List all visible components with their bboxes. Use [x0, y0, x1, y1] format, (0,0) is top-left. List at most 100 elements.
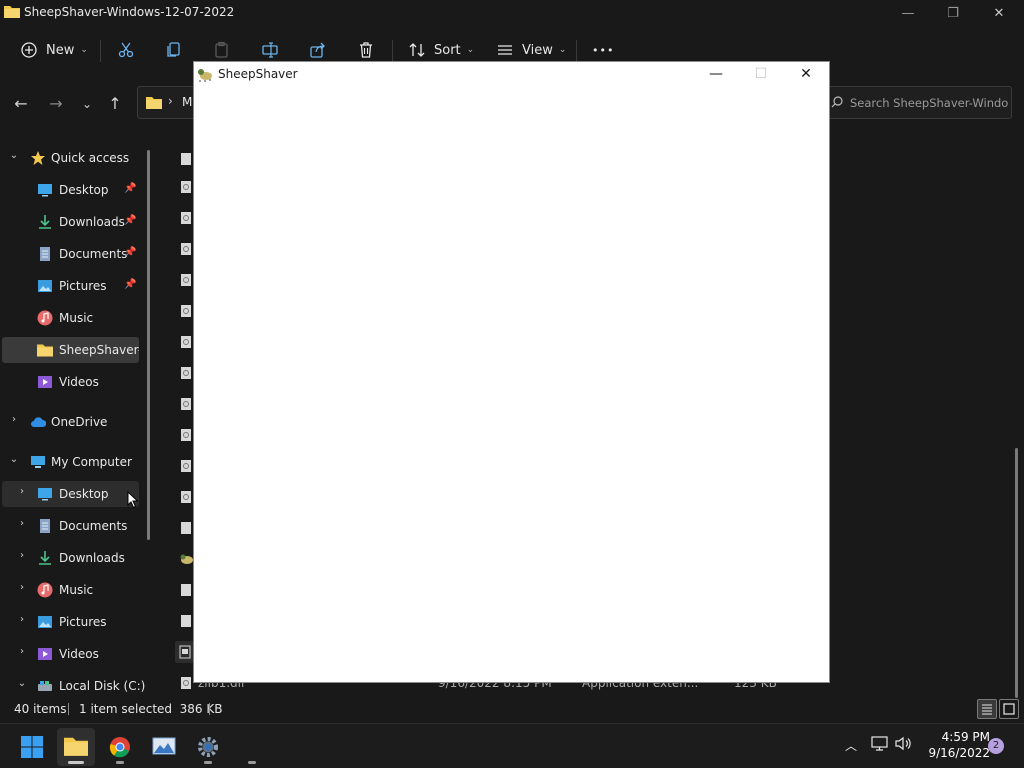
close-button[interactable]: ✕	[976, 0, 1022, 28]
chevron-right-icon[interactable]: ›	[16, 614, 28, 625]
sidebar-item-computer-music[interactable]: › Music	[2, 577, 139, 603]
back-arrow-icon[interactable]: ←	[9, 92, 33, 116]
sidebar-item-downloads[interactable]: Downloads 📌	[2, 209, 139, 235]
sheepshaver-app-icon[interactable]	[180, 552, 194, 566]
dll-file-icon[interactable]	[180, 273, 192, 287]
toolbar-divider	[100, 40, 101, 62]
plus-circle-icon	[21, 42, 37, 58]
sidebar-item-computer-videos[interactable]: › Videos	[2, 641, 139, 667]
chevron-right-icon[interactable]: ›	[16, 582, 28, 593]
chevron-right-icon[interactable]: ›	[8, 414, 20, 425]
forward-arrow-icon[interactable]: →	[44, 92, 68, 116]
sidebar-item-my-computer[interactable]: ⌄ My Computer	[2, 449, 139, 475]
chevron-right-icon[interactable]: ›	[16, 486, 28, 497]
running-app-indicator	[116, 761, 124, 764]
sidebar-scrollbar[interactable]	[147, 150, 150, 540]
restore-button[interactable]: ❐	[930, 0, 976, 28]
network-icon[interactable]	[871, 736, 888, 751]
toolbar-divider	[576, 40, 577, 62]
chevron-down-icon: ⌄	[558, 45, 567, 55]
recent-locations-chevron-icon[interactable]: ⌄	[75, 92, 99, 116]
copy-button[interactable]	[165, 32, 183, 68]
details-view-button[interactable]	[977, 699, 997, 719]
cut-button[interactable]	[117, 32, 135, 68]
taskbar-photos[interactable]	[145, 728, 183, 766]
dll-file-icon[interactable]	[180, 211, 192, 225]
folder-icon	[64, 737, 88, 756]
chevron-right-icon[interactable]: ›	[16, 550, 28, 561]
dll-file-icon[interactable]	[180, 366, 192, 380]
chevron-down-icon: ⌄	[466, 45, 475, 55]
new-button[interactable]: New ⌄	[20, 32, 88, 68]
chevron-right-icon[interactable]: ›	[16, 646, 28, 657]
paste-icon	[215, 41, 228, 58]
sidebar-item-computer-documents[interactable]: › Documents	[2, 513, 139, 539]
start-button[interactable]	[13, 728, 51, 766]
minimize-button[interactable]: —	[885, 0, 931, 28]
chevron-right-icon[interactable]: ›	[16, 518, 28, 529]
selected-row-highlight[interactable]	[175, 641, 195, 663]
volume-icon[interactable]	[895, 736, 912, 751]
show-hidden-icons-chevron-icon[interactable]: ︿	[845, 737, 857, 754]
pin-icon: 📌	[124, 247, 137, 258]
file-icon[interactable]	[180, 521, 192, 535]
dll-file-icon[interactable]	[180, 490, 192, 504]
sheepshaver-maximize-button[interactable]: ☐	[739, 62, 783, 86]
scissors-icon	[118, 42, 134, 58]
sheepshaver-window[interactable]: SheepShaver — ☐ ✕	[193, 61, 830, 683]
sidebar-item-documents[interactable]: Documents 📌	[2, 241, 139, 267]
sidebar-item-computer-downloads[interactable]: › Downloads	[2, 545, 139, 571]
taskbar-settings[interactable]	[189, 728, 227, 766]
sidebar-item-pictures[interactable]: Pictures 📌	[2, 273, 139, 299]
file-icon[interactable]	[180, 614, 192, 628]
notification-badge[interactable]: 2	[988, 738, 1004, 754]
sheepshaver-title: SheepShaver	[218, 67, 298, 81]
dll-file-icon[interactable]	[180, 304, 192, 318]
clock[interactable]: 4:59 PM 9/16/2022	[920, 729, 990, 761]
pin-icon: 📌	[124, 215, 137, 226]
sidebar-item-desktop[interactable]: Desktop 📌	[2, 177, 139, 203]
sidebar-item-quick-access[interactable]: ⌄ Quick access	[2, 145, 139, 171]
dll-file-icon[interactable]	[180, 397, 192, 411]
sidebar-item-computer-desktop[interactable]: › Desktop	[2, 481, 139, 507]
taskbar-file-explorer[interactable]	[57, 728, 95, 766]
sidebar-item-videos[interactable]: Videos	[2, 369, 139, 395]
tiles-view-button[interactable]	[999, 699, 1019, 719]
active-app-indicator	[68, 761, 84, 764]
search-box[interactable]: Search SheepShaver-Windo...	[822, 86, 1012, 119]
details-view-icon	[982, 704, 992, 715]
sidebar-item-music[interactable]: Music	[2, 305, 139, 331]
chevron-down-icon[interactable]: ⌄	[8, 150, 20, 161]
sheepshaver-close-button[interactable]: ✕	[784, 62, 828, 86]
address-path: M	[182, 95, 193, 109]
sidebar-item-computer-pictures[interactable]: › Pictures	[2, 609, 139, 635]
dll-file-icon[interactable]	[180, 180, 192, 194]
taskbar-sheepshaver[interactable]	[233, 728, 271, 766]
file-icon[interactable]	[180, 583, 192, 597]
up-arrow-icon[interactable]: ↑	[103, 92, 127, 116]
breadcrumb-separator-icon: ›	[168, 94, 173, 108]
status-separator	[68, 703, 69, 715]
dll-file-icon[interactable]	[180, 676, 192, 690]
taskbar-chrome[interactable]	[101, 728, 139, 766]
photos-icon	[152, 737, 176, 755]
download-icon	[39, 551, 51, 565]
sidebar-item-sheepshaver-folder[interactable]: SheepShaver-W	[2, 337, 139, 363]
new-label: New	[46, 42, 75, 58]
file-list-scrollbar[interactable]	[1015, 448, 1018, 698]
folder-icon	[37, 344, 53, 357]
document-icon	[40, 247, 50, 261]
chevron-down-icon[interactable]: ⌄	[8, 454, 20, 465]
dll-file-icon[interactable]	[180, 335, 192, 349]
sidebar-item-onedrive[interactable]: › OneDrive	[2, 409, 139, 435]
dll-file-icon[interactable]	[180, 428, 192, 442]
gear-icon	[198, 737, 218, 757]
dll-file-icon[interactable]	[180, 242, 192, 256]
sidebar-item-local-disk[interactable]: ⌄ Local Disk (C:)	[2, 673, 146, 698]
chevron-down-icon[interactable]: ⌄	[16, 678, 28, 689]
sidebar-item-label: My Computer	[51, 455, 132, 469]
sort-icon	[409, 43, 425, 57]
sidebar-item-label: OneDrive	[51, 415, 108, 429]
dll-file-icon[interactable]	[180, 459, 192, 473]
sheepshaver-minimize-button[interactable]: —	[694, 62, 738, 86]
